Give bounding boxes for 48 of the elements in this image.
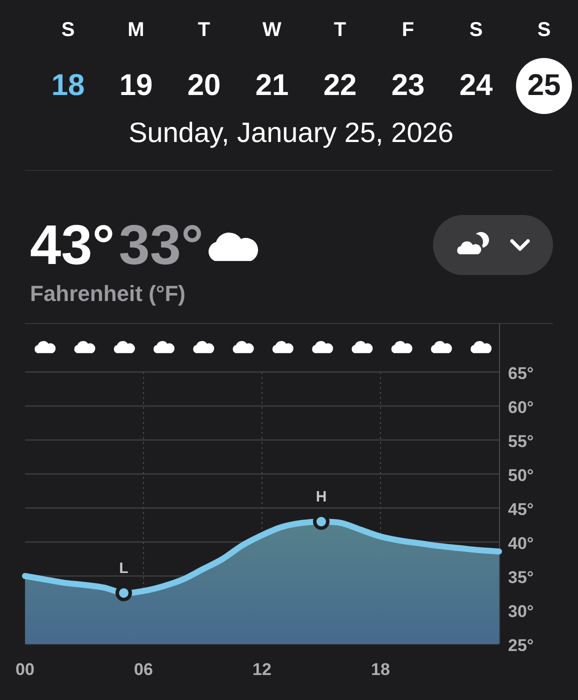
axis-label: 60° bbox=[508, 398, 534, 417]
day-number[interactable]: 23 bbox=[380, 58, 436, 114]
cloud-icon bbox=[34, 341, 56, 354]
chevron-down-icon bbox=[509, 238, 531, 252]
cloud-icon bbox=[352, 341, 373, 354]
weekday-letter: T bbox=[198, 18, 210, 42]
weekday-letter: F bbox=[402, 18, 414, 42]
cloud-icon bbox=[272, 341, 294, 354]
axis-label: 06 bbox=[134, 660, 153, 679]
low-temperature: 33° bbox=[118, 215, 204, 275]
date-title: Sunday, January 25, 2026 bbox=[128, 116, 454, 150]
day-number[interactable]: 25 bbox=[516, 58, 572, 114]
cloud-icon bbox=[391, 341, 412, 354]
day-number[interactable]: 22 bbox=[312, 58, 368, 114]
weekday-letter: W bbox=[262, 18, 282, 42]
axis-label: 55° bbox=[508, 432, 534, 451]
axis-label: 50° bbox=[508, 466, 534, 485]
cloud-icon bbox=[431, 341, 452, 354]
cloud-icon bbox=[114, 341, 135, 354]
weekday-letter: S bbox=[61, 18, 75, 42]
extreme-label: L bbox=[119, 560, 128, 577]
cloud-icon bbox=[312, 341, 334, 354]
cloud-icon bbox=[470, 341, 492, 354]
weekday-letter: S bbox=[469, 18, 483, 42]
unit-label: Fahrenheit (°F) bbox=[29, 280, 186, 307]
weekday-letter: M bbox=[128, 18, 144, 42]
day-number[interactable]: 19 bbox=[108, 58, 164, 114]
day-number[interactable]: 21 bbox=[244, 58, 300, 114]
day-number[interactable]: 20 bbox=[176, 58, 232, 114]
extreme-label: H bbox=[316, 488, 327, 506]
cloud-icon bbox=[74, 341, 96, 354]
axis-label: 40° bbox=[508, 534, 534, 553]
axis-label: 35° bbox=[508, 568, 534, 587]
axis-label: 00 bbox=[16, 660, 34, 679]
axis-label: 12 bbox=[252, 660, 272, 679]
weekday-letter: T bbox=[334, 18, 346, 42]
weekday-letter: S bbox=[537, 18, 551, 42]
axis-label: 18 bbox=[371, 660, 390, 679]
high-temperature: 43° bbox=[30, 215, 115, 275]
cloud-icon bbox=[193, 341, 214, 354]
cloud-icon bbox=[232, 341, 254, 354]
axis-label: 45° bbox=[508, 500, 534, 519]
day-number[interactable]: 24 bbox=[448, 58, 504, 114]
axis-label: 65° bbox=[508, 364, 534, 383]
axis-label: 25° bbox=[508, 636, 534, 655]
cloud-icon bbox=[154, 341, 175, 354]
axis-label: 30° bbox=[508, 602, 534, 621]
day-number[interactable]: 18 bbox=[40, 58, 96, 114]
